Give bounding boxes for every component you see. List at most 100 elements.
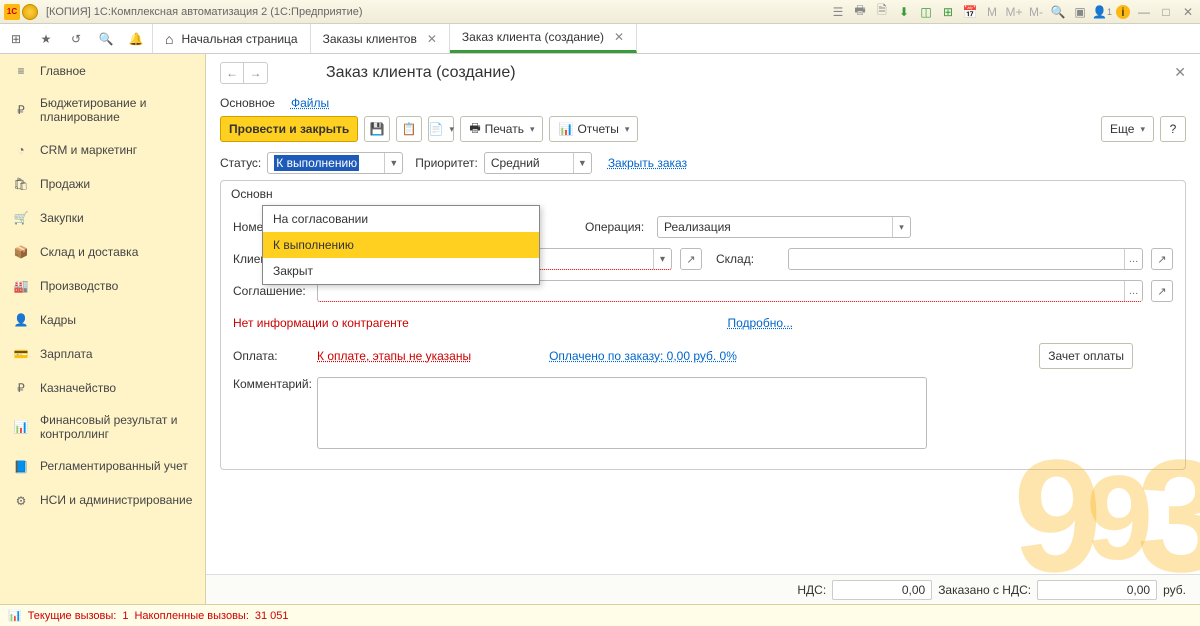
sales-icon: 🛍 [12,175,30,193]
history-icon[interactable]: ↺ [66,29,86,49]
vat-label: НДС: [797,583,826,597]
totals-bar: НДС: 0,00 Заказано с НДС: 0,00 руб. [206,574,1200,604]
compare-icon[interactable]: ◫ [918,4,934,20]
favorite-star-icon[interactable]: ★ [36,29,56,49]
ordered-value[interactable]: 0,00 [1037,580,1157,600]
ellipsis-icon[interactable]: … [1124,249,1142,269]
warehouse-label: Склад: [716,252,780,266]
toolbar-icon-a1[interactable]: ☰ [830,4,846,20]
maximize-icon[interactable]: □ [1158,4,1174,20]
minimize-icon[interactable]: — [1136,4,1152,20]
save-button[interactable]: 💾 [364,116,390,142]
help-button[interactable]: ? [1160,116,1186,142]
sidebar-item-hr[interactable]: 👤Кадры [0,303,205,337]
comment-textarea[interactable] [317,377,927,449]
info-icon[interactable]: i [1116,5,1130,19]
app-menu-dropdown-icon[interactable] [22,4,38,20]
close-icon[interactable]: ✕ [614,30,624,44]
mem-mminus-icon[interactable]: M- [1028,4,1044,20]
accum-calls-value: 31 051 [255,610,289,622]
gear-icon: ⚙ [12,492,30,510]
sidebar-item-treasury[interactable]: ₽Казначейство [0,371,205,405]
subtab-files[interactable]: Файлы [291,96,329,110]
chevron-down-icon[interactable]: ▾ [892,217,910,237]
offset-payment-button[interactable]: Зачет оплаты [1039,343,1133,369]
ellipsis-icon[interactable]: … [1124,281,1142,301]
sidebar: ≡Главное ₽Бюджетирование и планирование … [0,54,206,604]
close-window-icon[interactable]: ✕ [1180,4,1196,20]
sidebar-item-purchases[interactable]: 🛒Закупки [0,201,205,235]
priority-combo[interactable]: Средний ▼ [484,152,592,174]
subtab-main[interactable]: Основное [220,96,275,110]
tab-basic-label[interactable]: Основн [231,187,273,201]
search-global-icon[interactable]: 🔍 [1050,4,1066,20]
open-ref-icon[interactable]: ↗ [1151,280,1173,302]
sidebar-item-regaccount[interactable]: 📘Регламентированный учет [0,450,205,484]
calculator-icon[interactable]: ⊞ [940,4,956,20]
tab-home[interactable]: ⌂ Начальная страница [153,24,311,53]
sidebar-item-fin[interactable]: 📊Финансовый результат и контроллинг [0,405,205,450]
reports-button[interactable]: 📊 Отчеты▾ [549,116,638,142]
operation-combo[interactable]: Реализация ▾ [657,216,911,238]
agreement-label: Соглашение: [233,284,309,298]
card-icon: 💳 [12,345,30,363]
details-link[interactable]: Подробно... [727,316,793,330]
status-bar: 📊 Текущие вызовы: 1 Накопленные вызовы: … [0,604,1200,626]
tab-orders[interactable]: Заказы клиентов ✕ [311,24,450,53]
download-icon[interactable]: ⬇ [896,4,912,20]
status-option[interactable]: Закрыт [263,258,539,284]
person-icon: 👤 [12,311,30,329]
open-ref-icon[interactable]: ↗ [680,248,702,270]
post-button[interactable]: 📋 [396,116,422,142]
warehouse-input[interactable]: … [788,248,1143,270]
budget-icon: ₽ [12,101,30,119]
close-icon[interactable]: ✕ [427,32,437,46]
sidebar-item-admin[interactable]: ⚙НСИ и администрирование [0,484,205,518]
sidebar-item-budget[interactable]: ₽Бюджетирование и планирование [0,88,205,133]
menu-icon: ≡ [12,62,30,80]
user-icon[interactable]: 👤1 [1094,4,1110,20]
sidebar-item-main[interactable]: ≡Главное [0,54,205,88]
mem-mplus-icon[interactable]: M+ [1006,4,1022,20]
status-option[interactable]: К выполнению [263,232,539,258]
sidebar-item-warehouse[interactable]: 📦Склад и доставка [0,235,205,269]
paid-by-order-link[interactable]: Оплачено по заказу: 0,00 руб. 0% [549,349,737,363]
search-icon[interactable]: 🔍 [96,29,116,49]
nav-icon[interactable]: ▣ [1072,4,1088,20]
doc-icon[interactable]: 🗎 [874,4,890,20]
status-dropdown-list[interactable]: На согласовании К выполнению Закрыт [262,205,540,285]
sidebar-item-salary[interactable]: 💳Зарплата [0,337,205,371]
operation-label: Операция: [585,220,649,234]
nav-back-button[interactable]: ← [220,62,244,84]
post-and-close-button[interactable]: Провести и закрыть [220,116,358,142]
chevron-down-icon[interactable]: ▼ [573,153,591,173]
notifications-bell-icon[interactable]: 🔔 [126,29,146,49]
sidebar-item-crm[interactable]: ◔CRM и маркетинг [0,133,205,167]
tab-order-create[interactable]: Заказ клиента (создание) ✕ [450,24,637,53]
sidebar-item-production[interactable]: 🏭Производство [0,269,205,303]
factory-icon: 🏭 [12,277,30,295]
mem-m-icon[interactable]: M [984,4,1000,20]
status-option[interactable]: На согласовании [263,206,539,232]
rouble-icon: ₽ [12,379,30,397]
status-label: Статус: [220,156,261,170]
status-combo[interactable]: К выполнению ▼ [267,152,403,174]
nav-forward-button[interactable]: → [244,62,268,84]
close-order-link[interactable]: Закрыть заказ [608,156,687,170]
create-based-button[interactable]: 📄▾ [428,116,454,142]
calendar-icon[interactable]: 📅 [962,4,978,20]
open-ref-icon[interactable]: ↗ [1151,248,1173,270]
window-titlebar: 1C [КОПИЯ] 1С:Комплексная автоматизация … [0,0,1200,24]
chevron-down-icon[interactable]: ▼ [384,153,402,173]
print-button[interactable]: 🖶 Печать▾ [460,116,543,142]
box-icon: 📦 [12,243,30,261]
chevron-down-icon[interactable]: ▾ [653,249,671,269]
sidebar-item-sales[interactable]: 🛍Продажи [0,167,205,201]
print-icon[interactable]: 🖶 [852,4,868,20]
comment-label: Комментарий: [233,377,309,391]
more-button[interactable]: Еще▾ [1101,116,1154,142]
apps-grid-icon[interactable]: ⊞ [6,29,26,49]
vat-value[interactable]: 0,00 [832,580,932,600]
payment-stages-link[interactable]: К оплате, этапы не указаны [317,349,471,363]
close-page-icon[interactable]: ✕ [1174,64,1186,81]
